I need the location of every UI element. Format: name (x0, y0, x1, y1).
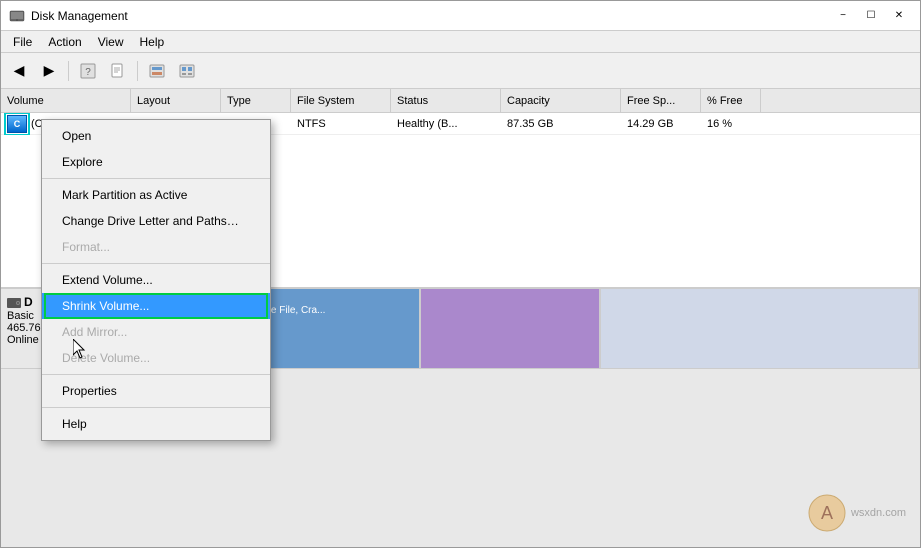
menu-bar: File Action View Help (1, 31, 920, 53)
ctx-sep-2 (42, 263, 270, 264)
window-title: Disk Management (31, 9, 830, 23)
title-bar: Disk Management − ☐ ✕ (1, 1, 920, 31)
doc-button[interactable] (104, 58, 132, 84)
forward-button[interactable]: ▶ (35, 58, 63, 84)
col-layout[interactable]: Layout (131, 89, 221, 112)
help-toolbar-button[interactable]: ? (74, 58, 102, 84)
cell-filesystem: NTFS (291, 116, 391, 132)
table-header: Volume Layout Type File System Status Ca… (1, 89, 920, 113)
cell-pctfree: 16 % (701, 116, 761, 132)
menu-help[interactable]: Help (132, 33, 173, 51)
window-controls: − ☐ ✕ (830, 6, 912, 26)
ctx-sep-4 (42, 407, 270, 408)
ctx-mark-active[interactable]: Mark Partition as Active (42, 182, 270, 208)
ctx-explore[interactable]: Explore (42, 149, 270, 175)
ctx-sep-3 (42, 374, 270, 375)
volume-icon: C (7, 115, 27, 133)
col-volume[interactable]: Volume (1, 89, 131, 112)
ctx-extend[interactable]: Extend Volume... (42, 267, 270, 293)
minimize-button[interactable]: − (830, 6, 856, 26)
toolbar: ◀ ▶ ? (1, 53, 920, 89)
context-menu: Open Explore Mark Partition as Active Ch… (41, 119, 271, 441)
svg-text:?: ? (85, 67, 91, 78)
watermark-logo: A (807, 493, 847, 533)
menu-file[interactable]: File (5, 33, 40, 51)
partition-recovery[interactable] (421, 289, 601, 368)
ctx-help[interactable]: Help (42, 411, 270, 437)
cell-status: Healthy (B... (391, 116, 501, 132)
ctx-delete[interactable]: Delete Volume... (42, 345, 270, 371)
cell-capacity: 87.35 GB (501, 116, 621, 132)
ctx-change-drive[interactable]: Change Drive Letter and Paths… (42, 208, 270, 234)
ctx-properties[interactable]: Properties (42, 378, 270, 404)
close-button[interactable]: ✕ (886, 6, 912, 26)
toolbar-separator-1 (68, 61, 69, 81)
partition-unallocated[interactable] (601, 289, 920, 368)
col-capacity[interactable]: Capacity (501, 89, 621, 112)
col-filesystem[interactable]: File System (291, 89, 391, 112)
col-status[interactable]: Status (391, 89, 501, 112)
col-type[interactable]: Type (221, 89, 291, 112)
col-pctfree[interactable]: % Free (701, 89, 761, 112)
disk-view-button[interactable] (143, 58, 171, 84)
view-toggle-button[interactable] (173, 58, 201, 84)
app-icon (9, 8, 25, 24)
col-freespace[interactable]: Free Sp... (621, 89, 701, 112)
cell-freespace: 14.29 GB (621, 116, 701, 132)
ctx-shrink[interactable]: Shrink Volume... (42, 293, 270, 319)
watermark-text: wsxdn.com (851, 507, 906, 519)
menu-action[interactable]: Action (40, 33, 89, 51)
ctx-add-mirror[interactable]: Add Mirror... (42, 319, 270, 345)
maximize-button[interactable]: ☐ (858, 6, 884, 26)
ctx-open[interactable]: Open (42, 123, 270, 149)
svg-text:A: A (821, 503, 833, 523)
shrink-highlight-box (44, 293, 268, 319)
back-button[interactable]: ◀ (5, 58, 33, 84)
ctx-sep-1 (42, 178, 270, 179)
toolbar-separator-2 (137, 61, 138, 81)
menu-view[interactable]: View (90, 33, 132, 51)
window: Disk Management − ☐ ✕ File Action View H… (0, 0, 921, 548)
watermark: A wsxdn.com (807, 493, 906, 533)
ctx-format[interactable]: Format... (42, 234, 270, 260)
